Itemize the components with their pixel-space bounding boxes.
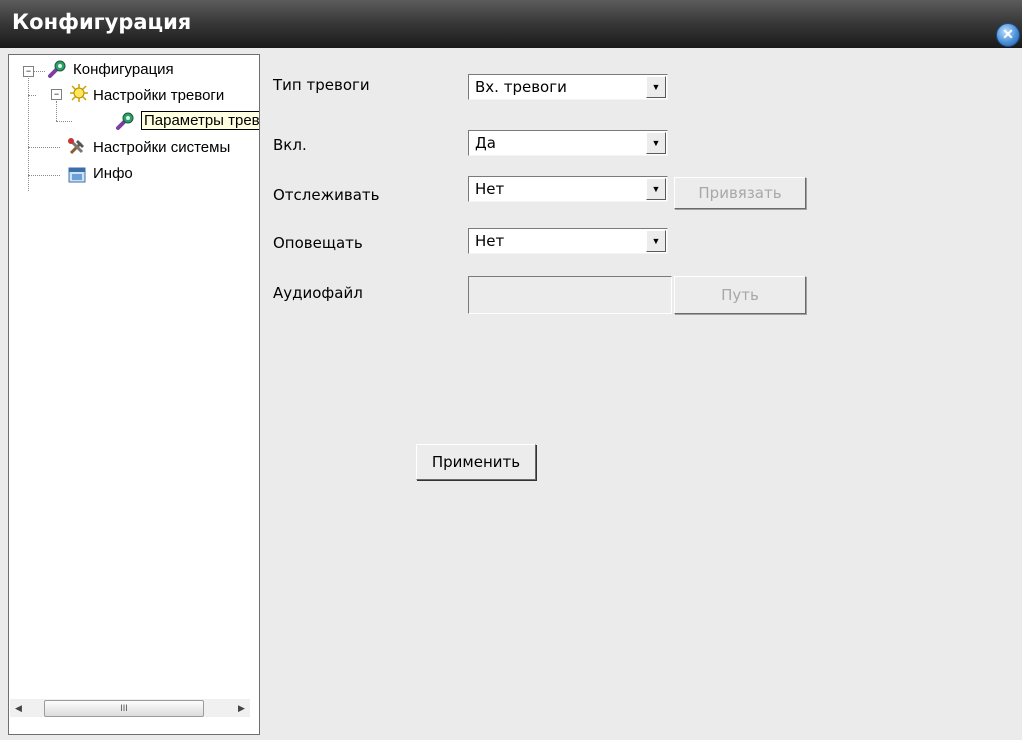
scroll-thumb[interactable]: III <box>44 700 204 717</box>
audio-file-input[interactable] <box>468 276 672 314</box>
config-icon <box>116 112 134 130</box>
tree-line <box>28 147 60 148</box>
chevron-down-icon[interactable]: ▼ <box>646 178 666 200</box>
tree-item-configuration[interactable]: Конфигурация <box>73 61 174 79</box>
tree-line <box>28 175 60 176</box>
window-title: Конфигурация <box>12 10 192 34</box>
bind-button[interactable]: Привязать <box>674 177 806 209</box>
alarm-type-select[interactable]: Вх. тревоги ▼ <box>468 74 668 100</box>
alarm-type-value: Вх. тревоги <box>475 78 567 96</box>
chevron-down-icon[interactable]: ▼ <box>646 230 666 252</box>
tree-line <box>33 71 45 72</box>
apply-button[interactable]: Применить <box>416 444 536 480</box>
alarm-light-icon <box>70 84 88 102</box>
enable-value: Да <box>475 134 496 152</box>
tools-icon <box>68 138 84 155</box>
track-label: Отслеживать <box>273 186 380 204</box>
audio-file-label: Аудиофайл <box>273 284 363 302</box>
enable-select[interactable]: Да ▼ <box>468 130 668 156</box>
tree-line <box>28 71 29 191</box>
config-icon <box>48 60 66 78</box>
config-tree: − Конфигурация − Настройки тревоги Парам… <box>8 54 260 735</box>
collapse-toggle[interactable]: − <box>23 66 34 77</box>
tree-item-alarm-settings[interactable]: Настройки тревоги <box>93 87 224 105</box>
close-icon[interactable]: ✕ <box>996 23 1020 47</box>
scroll-left-icon[interactable]: ◀ <box>10 699 27 717</box>
tree-line <box>56 121 72 122</box>
selected-item-label: Параметры тревоги <box>141 111 259 130</box>
chevron-down-icon[interactable]: ▼ <box>646 76 666 98</box>
collapse-toggle[interactable]: − <box>51 89 62 100</box>
scroll-right-icon[interactable]: ▶ <box>233 699 250 717</box>
notify-label: Оповещать <box>273 234 363 252</box>
title-bar: Конфигурация ✕ <box>0 0 1022 48</box>
tree-line <box>56 101 57 121</box>
browse-path-button[interactable]: Путь <box>674 276 806 314</box>
chevron-down-icon[interactable]: ▼ <box>646 132 666 154</box>
alarm-type-label: Тип тревоги <box>273 76 370 94</box>
track-select[interactable]: Нет ▼ <box>468 176 668 202</box>
notify-value: Нет <box>475 232 505 250</box>
tree-item-alarm-parameters[interactable]: Параметры тревоги <box>141 111 259 130</box>
tree-item-info[interactable]: Инфо <box>93 165 133 183</box>
enable-label: Вкл. <box>273 136 307 154</box>
tree-line <box>28 95 36 96</box>
track-value: Нет <box>475 180 505 198</box>
notify-select[interactable]: Нет ▼ <box>468 228 668 254</box>
tree-horizontal-scrollbar[interactable]: ◀ III ▶ <box>10 699 250 717</box>
tree-item-system-settings[interactable]: Настройки системы <box>93 139 230 157</box>
info-window-icon <box>68 167 86 183</box>
